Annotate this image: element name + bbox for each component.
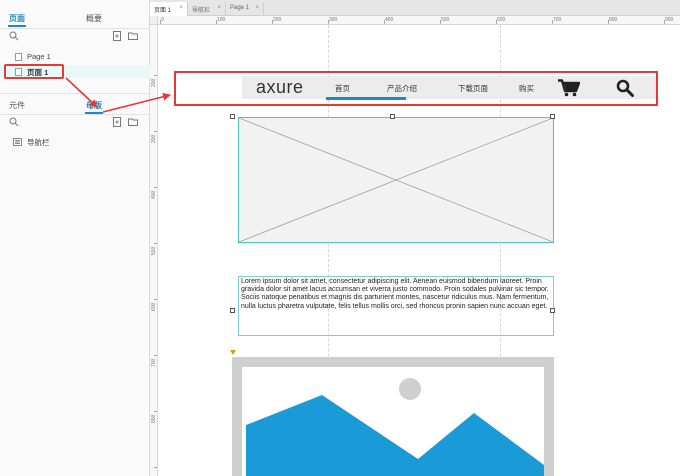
image-frame (242, 367, 544, 476)
tab-widgets[interactable]: 元件 (9, 100, 25, 111)
tab-masters[interactable]: 母版 (85, 100, 103, 114)
add-folder-icon[interactable] (128, 117, 138, 127)
doc-tab[interactable]: Page 1 × (226, 2, 264, 16)
resize-handle[interactable] (230, 308, 235, 313)
resize-handle[interactable] (390, 114, 395, 119)
resize-handle[interactable] (550, 114, 555, 119)
tab-outline[interactable]: 概要 (86, 13, 102, 24)
add-master-icon[interactable] (112, 117, 122, 127)
anchor-marker-icon (230, 350, 236, 355)
widgets-tabbar: 元件 母版 (0, 97, 150, 114)
annotation-highlight-box (4, 64, 64, 79)
ruler-corner (150, 16, 158, 25)
doc-tab[interactable]: 页面 1 × (150, 2, 188, 16)
horizontal-ruler[interactable]: 0 100 200 300 400 500 600 700 800 900 (158, 16, 680, 25)
page-item[interactable]: Page 1 (0, 50, 150, 63)
image-placeholder[interactable] (238, 117, 554, 243)
search-icon[interactable] (9, 117, 19, 127)
image-icon (246, 378, 544, 476)
placeholder-cross (239, 118, 553, 242)
design-canvas[interactable]: axure 首页 产品介绍 下载页面 购买 Lorem ipsum dolor … (158, 25, 680, 476)
close-icon[interactable]: × (217, 5, 221, 11)
master-item[interactable]: 导航栏 (0, 135, 150, 148)
pages-tabbar: 页面 概要 (0, 10, 150, 27)
image-widget[interactable] (232, 357, 554, 476)
page-icon (15, 53, 22, 61)
resize-handle[interactable] (230, 114, 235, 119)
pages-toolbar (0, 29, 150, 43)
document-tabbar: 页面 1 × 导航栏 × Page 1 × (150, 0, 680, 16)
doc-tab[interactable]: 导航栏 × (188, 2, 226, 16)
text-paragraph[interactable]: Lorem ipsum dolor sit amet, consectetur … (238, 276, 554, 336)
resize-handle[interactable] (550, 308, 555, 313)
close-icon[interactable]: × (255, 5, 259, 11)
masters-toolbar (0, 115, 150, 129)
left-panel: 页面 概要 Page 1 页面 1 元件 母版 导航栏 (0, 0, 150, 476)
add-folder-icon[interactable] (128, 31, 138, 41)
master-icon (13, 138, 22, 146)
add-page-icon[interactable] (112, 31, 122, 41)
search-icon[interactable] (9, 31, 19, 41)
vertical-ruler[interactable]: 200 300 400 500 600 700 800 (150, 25, 158, 476)
tab-pages[interactable]: 页面 (8, 13, 26, 27)
close-icon[interactable]: × (179, 5, 183, 11)
annotation-highlight-box (174, 71, 658, 106)
